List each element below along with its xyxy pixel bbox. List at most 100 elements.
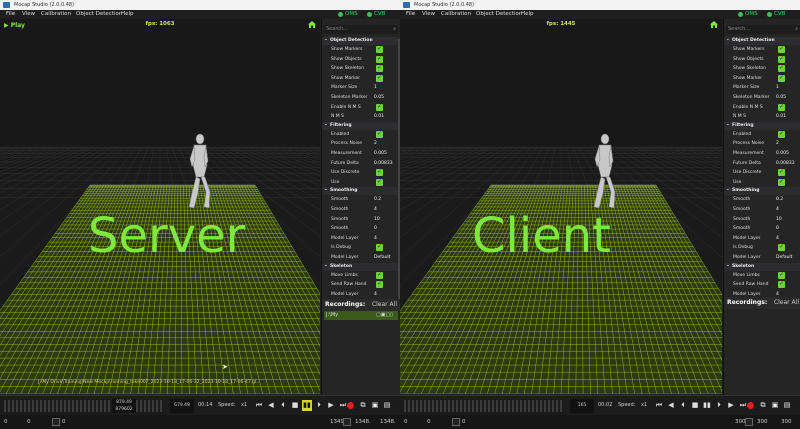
property-value[interactable]: 0.01 [776,112,786,121]
property-checkbox[interactable] [778,167,785,177]
timeline-scrubber[interactable] [4,400,169,412]
clear-all-button[interactable]: Clear All [774,297,799,309]
property-checkbox[interactable] [376,102,383,111]
menu-file[interactable]: File [6,10,15,19]
next-frame-icon[interactable]: ▶ [326,400,336,411]
property-checkbox[interactable] [778,270,785,279]
menu-view[interactable]: View [422,10,435,19]
skip-start-icon[interactable]: ⏮ [654,400,664,411]
property-checkbox[interactable] [376,177,383,186]
stop-icon[interactable]: ■ [290,400,300,411]
property-checkbox[interactable] [376,73,383,82]
record-icon[interactable] [747,402,754,409]
section-smoothing[interactable]: Smoothing [724,186,800,196]
menu-object-detection[interactable]: Object Detection [476,10,522,19]
section-object-detection[interactable]: Object Detection [724,36,800,45]
menu-help[interactable]: Help [521,10,534,19]
property-checkbox[interactable] [778,44,785,53]
property-value[interactable]: 1 [374,83,377,92]
property-checkbox[interactable] [778,279,785,289]
property-checkbox[interactable] [376,270,383,279]
3d-viewport[interactable]: fps: 1445 Client [400,19,722,394]
save-icon[interactable]: ▣ [770,400,780,411]
property-checkbox[interactable] [376,242,383,252]
camera-icon[interactable]: ⧉ [358,400,368,411]
home-icon[interactable] [308,21,316,28]
property-checkbox[interactable] [778,242,785,252]
skip-start-icon[interactable]: ⏮ [254,400,264,411]
home-icon[interactable] [710,21,718,28]
record-icon[interactable] [347,402,354,409]
recording-actions-icon[interactable]: ▢▣▢▯ [376,311,393,320]
step-forward-icon[interactable]: ⏵ [714,400,724,411]
property-checkbox[interactable] [376,129,383,138]
section-filtering[interactable]: Filtering [322,121,400,130]
property-value[interactable]: 10 [776,215,782,224]
property-checkbox[interactable] [778,54,785,63]
property-checkbox[interactable] [376,167,383,177]
property-value[interactable]: 0.2 [374,195,381,204]
menu-help[interactable]: Help [121,10,134,19]
property-value[interactable]: 4 [374,205,377,214]
property-value[interactable]: 0.005 [776,149,789,158]
property-value[interactable]: 0 [374,224,377,233]
menu-calibration[interactable]: Calibration [441,10,471,19]
property-checkbox[interactable] [376,54,383,63]
property-checkbox[interactable] [778,102,785,111]
property-checkbox[interactable] [778,63,785,73]
property-checkbox[interactable] [376,279,383,289]
property-checkbox[interactable] [778,177,785,186]
property-checkbox[interactable] [778,129,785,138]
frame-input[interactable]: 165 [570,399,594,413]
property-value[interactable]: 0 [776,224,779,233]
section-object-detection[interactable]: Object Detection [322,36,400,45]
settings-icon[interactable]: ▤ [782,400,792,411]
property-checkbox[interactable] [376,63,383,73]
save-icon[interactable]: ▣ [370,400,380,411]
property-value[interactable]: 0.005 [374,149,387,158]
pause-icon[interactable]: ▮▮ [702,400,712,411]
property-value[interactable]: Default [374,253,390,262]
clear-all-button[interactable]: Clear All [372,299,397,311]
property-value[interactable]: 10 [374,215,380,224]
3d-viewport[interactable]: ▶ Play fps: 1063 Server J:\My Drive\Trainin… [0,19,320,394]
step-forward-icon[interactable]: ⏵ [314,400,324,411]
property-checkbox[interactable] [778,73,785,82]
section-skeleton[interactable]: Skeleton [322,262,400,271]
menu-view[interactable]: View [22,10,35,19]
property-value[interactable]: 1 [776,83,779,92]
menu-object-detection[interactable]: Object Detection [76,10,122,19]
property-value[interactable]: 4 [374,290,377,299]
section-skeleton[interactable]: Skeleton [724,262,800,271]
frame-input[interactable]: 679.49 [170,399,194,413]
prev-frame-icon[interactable]: ◀ [266,400,276,411]
camera-icon[interactable]: ⧉ [758,400,768,411]
range-start-box[interactable] [52,418,60,426]
prev-frame-icon[interactable]: ◀ [666,400,676,411]
search-input[interactable]: Search... ⌕ [726,25,800,34]
step-back-icon[interactable]: ⏴ [678,400,688,411]
property-value[interactable]: 0.01 [374,112,384,121]
section-smoothing[interactable]: Smoothing [322,186,400,196]
speed-select[interactable]: x1 [641,402,647,408]
property-checkbox[interactable] [376,44,383,53]
property-value[interactable]: 2 [776,139,779,148]
menu-calibration[interactable]: Calibration [41,10,71,19]
step-back-icon[interactable]: ⏴ [278,400,288,411]
range-end-box[interactable] [745,418,753,426]
recording-item[interactable]: J:\My ▢▣▢▯ [324,311,398,320]
stop-icon[interactable]: ■ [690,400,700,411]
range-start-box[interactable] [452,418,460,426]
pause-icon[interactable]: ▮▮ [302,400,312,411]
property-value[interactable]: Default [776,253,792,262]
range-end-box[interactable] [343,418,351,426]
play-button[interactable]: ▶ Play [4,22,25,29]
next-frame-icon[interactable]: ▶ [726,400,736,411]
property-value[interactable]: 2 [374,139,377,148]
search-input[interactable]: Search... ⌕ [324,25,398,34]
timeline-scrubber[interactable] [404,400,569,412]
settings-icon[interactable]: ▤ [382,400,392,411]
speed-select[interactable]: x1 [241,402,247,408]
section-filtering[interactable]: Filtering [724,121,800,130]
menu-file[interactable]: File [406,10,415,19]
